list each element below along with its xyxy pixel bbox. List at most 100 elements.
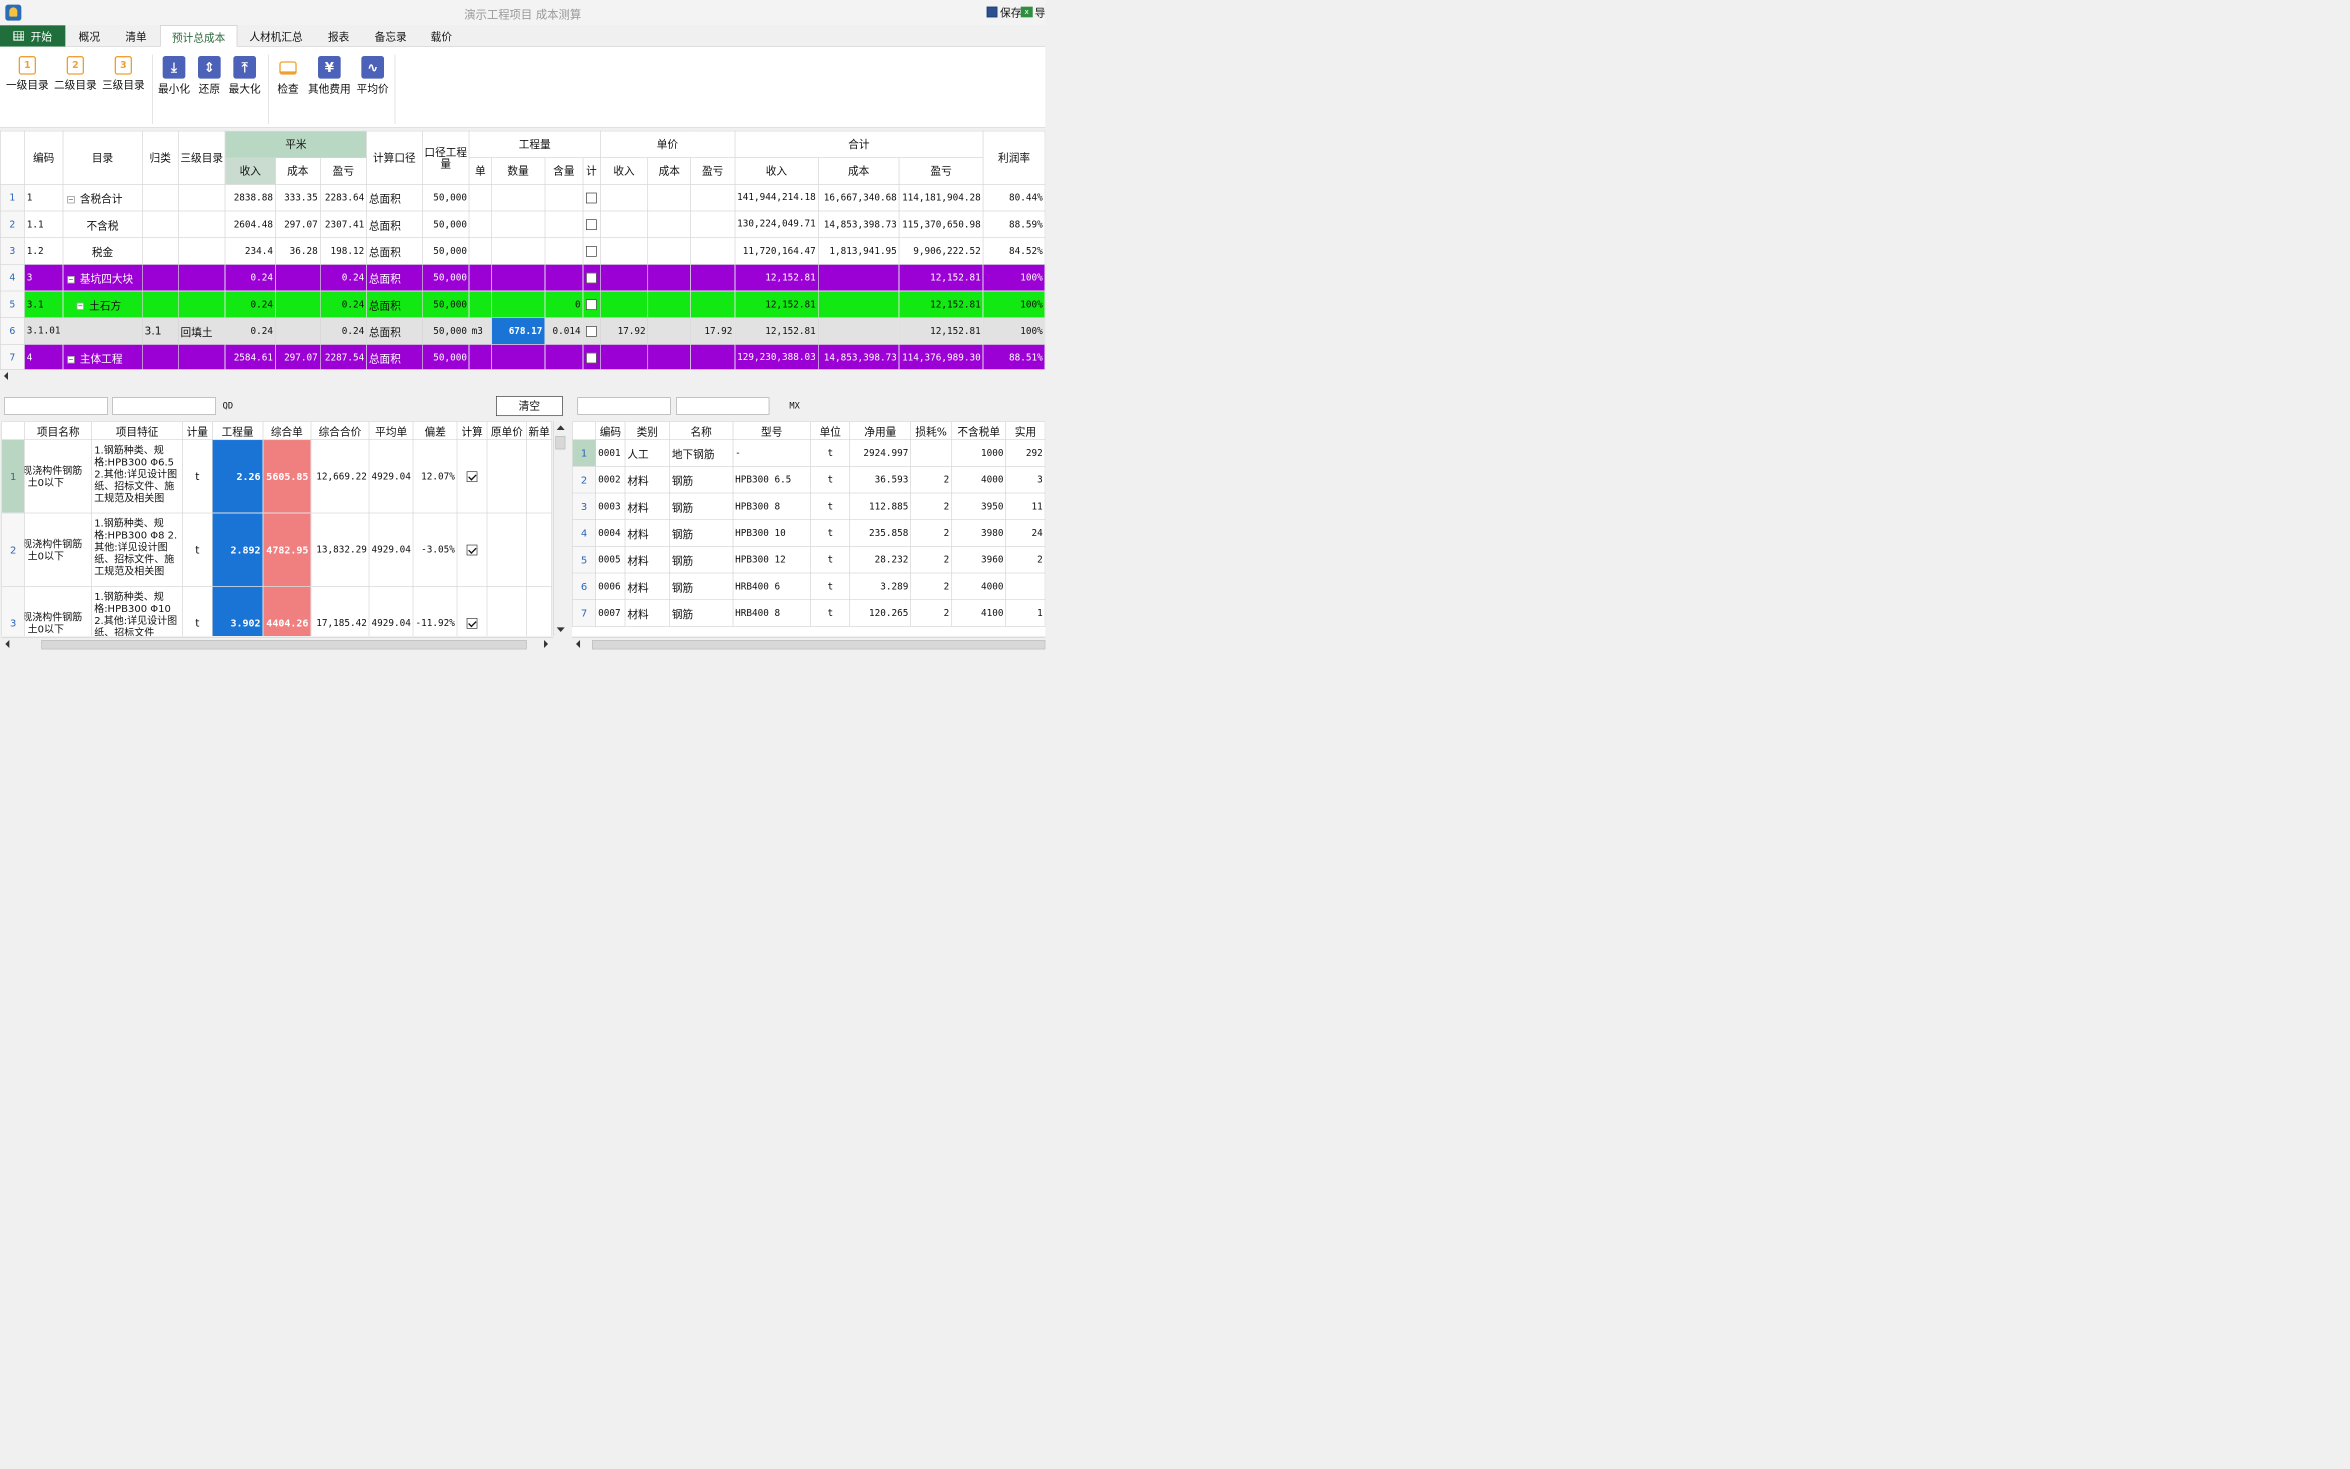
basis-qty-cell[interactable]: 50,000	[421, 317, 470, 345]
calc-checkbox[interactable]	[586, 192, 597, 204]
type-cell[interactable]: 材料	[624, 466, 670, 494]
calc-checkbox-cell[interactable]	[582, 184, 601, 212]
total-profit-cell[interactable]: 9,906,222.52	[898, 237, 984, 265]
summary-row[interactable]: 4 3− 基坑四大块 0.24 0.24 总面积 50,000 12,152.81 12,152…	[0, 264, 1046, 292]
material-header[interactable]: 实用	[1005, 421, 1046, 441]
code-cell[interactable]: 0002	[595, 466, 626, 494]
deviation-cell[interactable]: 12.07%	[412, 439, 458, 514]
net-usage-cell[interactable]: 235.858	[849, 519, 912, 547]
pm-cost-cell[interactable]	[275, 317, 321, 345]
material-header[interactable]: 类别	[624, 421, 670, 441]
total-cost-cell[interactable]: 1,813,941.95	[817, 237, 900, 265]
calc-checkbox[interactable]	[466, 617, 478, 629]
profit-rate-cell[interactable]: 100%	[982, 264, 1046, 292]
unit-cell[interactable]	[469, 184, 492, 212]
calc-checkbox[interactable]	[586, 352, 597, 364]
calc-checkbox[interactable]	[586, 325, 597, 337]
average-price-button[interactable]: ∿ 平均价	[355, 56, 391, 96]
row-number[interactable]: 2	[572, 466, 597, 494]
catalog-cell[interactable]: − 含税合计	[62, 184, 143, 212]
material-row[interactable]: 1 0001 人工 地下钢筋 - t 2924.997 1000 292	[572, 439, 1046, 467]
category-cell[interactable]	[141, 290, 179, 319]
bill-row[interactable]: 1 现浇构件钢筋 土0以下 1.钢筋种类、规格:HPB300 Φ6.5 2.其他:详…	[1, 439, 553, 514]
row-number[interactable]: 5	[572, 546, 597, 574]
model-cell[interactable]: -	[732, 439, 811, 467]
name-cell[interactable]: 钢筋	[669, 519, 734, 547]
content-cell[interactable]: 0.014	[544, 317, 584, 345]
unit-cell[interactable]	[469, 264, 492, 292]
total-income-cell[interactable]: 12,152.81	[734, 317, 819, 345]
scroll-right-icon[interactable]	[544, 640, 549, 649]
up-income-cell[interactable]	[599, 210, 649, 239]
up-cost-cell[interactable]	[647, 237, 691, 265]
content-cell[interactable]	[544, 184, 584, 212]
pm-profit-cell[interactable]: 198.12	[319, 237, 367, 265]
calc-basis-cell[interactable]: 总面积	[366, 344, 423, 370]
total-profit-cell[interactable]: 12,152.81	[898, 317, 984, 345]
content-cell[interactable]	[544, 264, 584, 292]
code-cell[interactable]: 0001	[595, 439, 626, 467]
composite-rate-cell[interactable]: 4782.95	[262, 512, 312, 587]
basis-qty-cell[interactable]: 50,000	[421, 237, 470, 265]
total-cost-cell[interactable]: 14,853,398.73	[817, 210, 900, 239]
category-cell[interactable]	[141, 264, 179, 292]
content-cell[interactable]	[544, 210, 584, 239]
save-button[interactable]: 保存	[986, 4, 1021, 20]
net-usage-cell[interactable]: 2924.997	[849, 439, 912, 467]
type-cell[interactable]: 人工	[624, 439, 670, 467]
tab-memo[interactable]: 备忘录	[364, 25, 417, 46]
net-usage-cell[interactable]: 3.289	[849, 572, 912, 601]
code-cell[interactable]: 3	[24, 264, 64, 292]
calc-checkbox-cell[interactable]	[456, 512, 488, 587]
loss-cell[interactable]	[910, 439, 952, 467]
level1-catalog-button[interactable]: 1 一级目录	[5, 56, 49, 92]
amount-cell[interactable]: 678.17	[491, 317, 546, 345]
original-price-cell[interactable]	[486, 439, 527, 514]
clear-button[interactable]: 清空	[496, 396, 563, 417]
total-cost-cell[interactable]	[817, 264, 900, 292]
material-header[interactable]: 型号	[732, 421, 811, 441]
catalog-cell[interactable]	[62, 317, 143, 345]
price-ex-tax-cell[interactable]: 3950	[951, 492, 1007, 521]
profit-rate-cell[interactable]: 84.52%	[982, 237, 1046, 265]
pm-income-cell[interactable]: 0.24	[224, 317, 276, 345]
deviation-cell[interactable]: -11.92%	[412, 586, 458, 637]
up-cost-cell[interactable]	[647, 264, 691, 292]
total-income-cell[interactable]: 141,944,214.18	[734, 184, 819, 212]
material-row[interactable]: 2 0002 材料 钢筋 HPB300 6.5 t 36.593 2 4000 3	[572, 466, 1046, 494]
pm-income-cell[interactable]: 2584.61	[224, 344, 276, 370]
name-cell[interactable]: 钢筋	[669, 492, 734, 521]
amount-cell[interactable]	[491, 290, 546, 319]
original-price-cell[interactable]	[486, 586, 527, 637]
level2-catalog-button[interactable]: 2 二级目录	[53, 56, 97, 92]
bill-header[interactable]: 工程量	[211, 421, 264, 441]
item-feature-cell[interactable]: 1.钢筋种类、规格:HPB300 Φ8 2.其他:详见设计图纸、招标文件、施工规…	[91, 512, 183, 587]
catalog-cell[interactable]: − 基坑四大块	[62, 264, 143, 292]
summary-row[interactable]: 3 1.2 税金 234.4 36.28 198.12 总面积 50,000 11,720,16…	[0, 237, 1046, 265]
loss-cell[interactable]: 2	[910, 599, 952, 627]
pm-profit-cell[interactable]: 0.24	[319, 317, 367, 345]
profit-rate-cell[interactable]: 100%	[982, 290, 1046, 319]
pm-profit-cell[interactable]: 2307.41	[319, 210, 367, 239]
pm-income-cell[interactable]: 0.24	[224, 290, 276, 319]
total-profit-cell[interactable]: 114,376,989.30	[898, 344, 984, 370]
unit-cell[interactable]: t	[181, 586, 213, 637]
profit-rate-cell[interactable]: 88.51%	[982, 344, 1046, 370]
total-cost-cell[interactable]	[817, 290, 900, 319]
row-number[interactable]: 1	[572, 439, 597, 467]
material-row[interactable]: 5 0005 材料 钢筋 HPB300 12 t 28.232 2 3960 2	[572, 546, 1046, 574]
calc-checkbox[interactable]	[586, 245, 597, 257]
scroll-left-icon[interactable]	[576, 640, 581, 649]
unit-cell[interactable]: t	[810, 572, 851, 601]
up-profit-cell[interactable]	[690, 290, 736, 319]
collapse-toggle-icon[interactable]: −	[76, 302, 84, 310]
scroll-left-icon[interactable]	[4, 372, 9, 381]
up-income-cell[interactable]	[599, 237, 649, 265]
net-usage-cell[interactable]: 112.885	[849, 492, 912, 521]
bill-header[interactable]: 新单	[526, 421, 553, 441]
up-cost-cell[interactable]	[647, 344, 691, 370]
item-name-cell[interactable]: 现浇构件钢筋 土0以下	[24, 586, 93, 637]
material-header[interactable]: 名称	[669, 421, 734, 441]
catalog-cell[interactable]: − 土石方	[62, 290, 143, 319]
row-number[interactable]: 1	[1, 439, 25, 514]
